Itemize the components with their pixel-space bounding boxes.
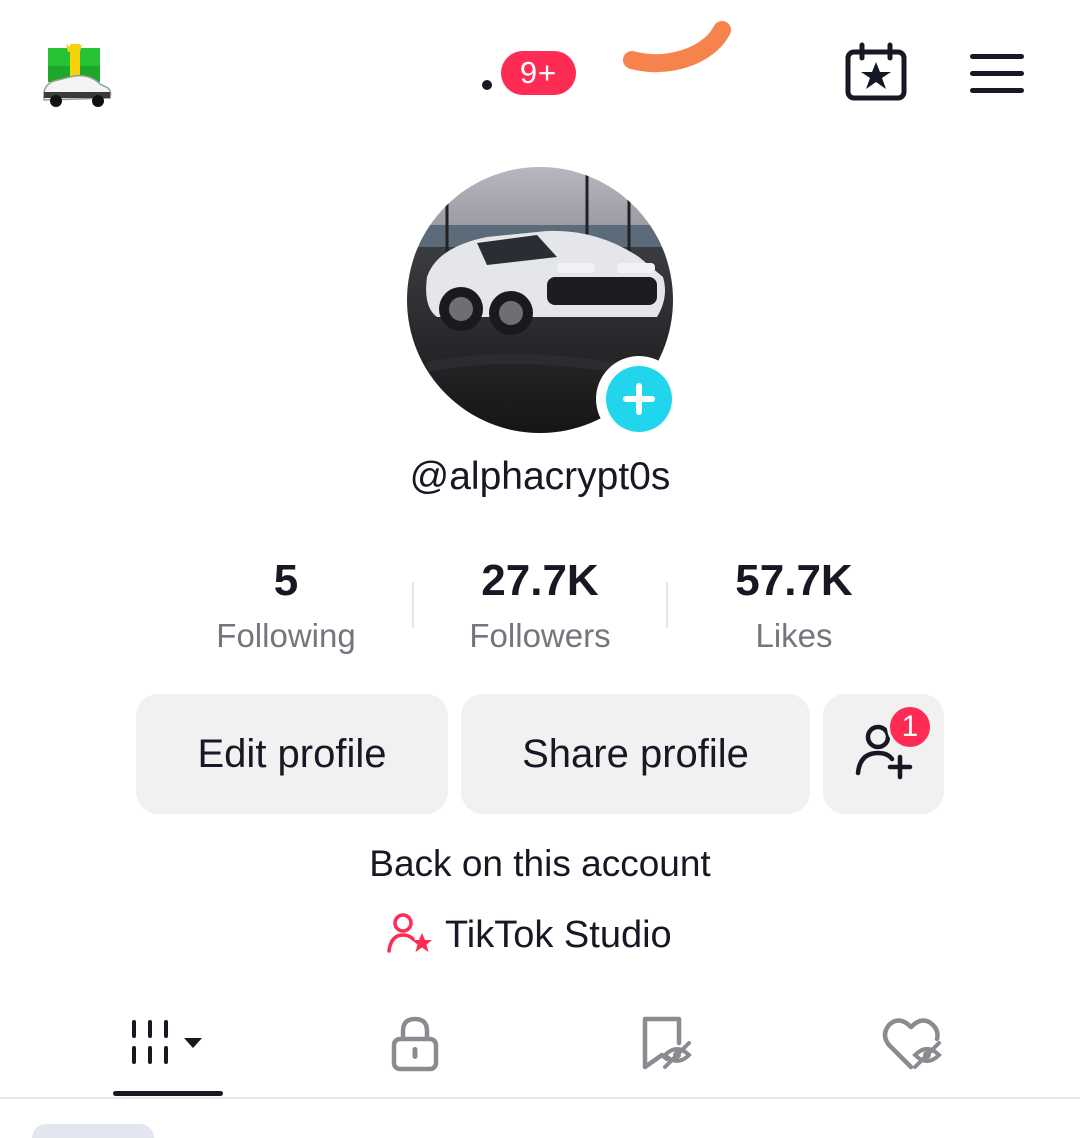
hamburger-menu-icon[interactable] (968, 50, 1026, 98)
stat-value: 57.7K (735, 556, 853, 605)
studio-label: TikTok Studio (445, 913, 672, 956)
edit-profile-button[interactable]: Edit profile (136, 694, 448, 814)
tab-liked[interactable] (868, 1005, 958, 1085)
notification-badge[interactable]: 9+ (501, 51, 576, 95)
grid-bars-icon (128, 1018, 208, 1073)
username: @alphacrypt0s (409, 455, 671, 498)
back-on-account-text: Back on this account (369, 843, 711, 884)
tab-reposts[interactable] (620, 1005, 710, 1085)
share-profile-button[interactable]: Share profile (461, 694, 810, 814)
tab-videos[interactable] (113, 1005, 223, 1085)
redaction-scribble (622, 16, 734, 76)
video-thumbnail[interactable] (32, 1124, 154, 1138)
gift-car-icon[interactable] (40, 40, 114, 110)
add-avatar-button[interactable] (596, 356, 682, 442)
stat-likes[interactable]: 57.7K Likes (667, 555, 921, 655)
stat-value: 27.7K (481, 556, 599, 605)
tab-private[interactable] (370, 1005, 460, 1085)
stat-following[interactable]: 5 Following (159, 555, 413, 655)
tiktok-studio-link[interactable]: TikTok Studio (387, 910, 672, 960)
stat-label: Followers (469, 617, 611, 654)
stat-followers[interactable]: 27.7K Followers (413, 555, 667, 655)
active-tab-indicator (113, 1091, 223, 1096)
tab-divider (0, 1097, 1080, 1099)
stat-label: Likes (755, 617, 833, 654)
heart-hidden-icon (881, 1013, 945, 1078)
bookmark-hidden-icon (635, 1013, 695, 1078)
lock-icon (388, 1013, 442, 1078)
stat-label: Following (216, 617, 356, 654)
friend-request-badge: 1 (887, 704, 933, 750)
studio-person-star-icon (387, 911, 433, 960)
calendar-star-icon[interactable] (842, 42, 910, 104)
stat-value: 5 (273, 556, 299, 605)
top-bar: 9+ (0, 0, 1080, 150)
plus-icon (606, 366, 672, 432)
status-dot (482, 80, 492, 90)
